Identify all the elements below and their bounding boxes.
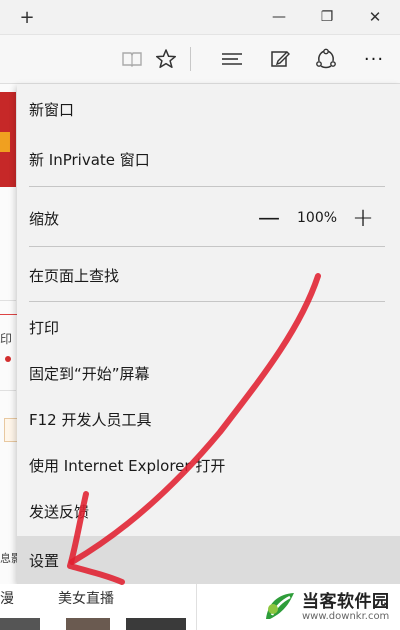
reading-view-button[interactable]: [116, 43, 148, 75]
menu-item-new-inprivate[interactable]: 新 InPrivate 窗口: [17, 134, 400, 184]
favorite-star-icon: [155, 49, 177, 69]
minimize-button[interactable]: —: [256, 0, 302, 34]
menu-item-label: 在页面上查找: [29, 266, 120, 285]
menu-item-open-with-ie[interactable]: 使用 Internet Explorer 打开: [17, 442, 400, 488]
hub-icon: [222, 53, 242, 65]
restore-button[interactable]: ❐: [304, 0, 350, 34]
menu-item-send-feedback[interactable]: 发送反馈: [17, 488, 400, 534]
minus-icon: —: [258, 205, 280, 231]
page-divider: [0, 390, 16, 391]
menu-item-label: 固定到“开始”屏幕: [29, 364, 150, 383]
close-button[interactable]: ✕: [352, 0, 398, 34]
watermark-url: www.downkr.com: [302, 610, 390, 622]
toolbar-separator: [190, 47, 191, 71]
restore-icon: ❐: [320, 9, 334, 25]
menu-item-zoom: 缩放 — 100% +: [17, 194, 400, 242]
zoom-label: 缩放: [29, 209, 60, 228]
reading-view-icon: [122, 52, 142, 67]
page-tab-link[interactable]: 美女直播: [58, 588, 114, 608]
title-bar: + — ❐ ✕: [0, 0, 400, 35]
more-icon: ···: [363, 48, 385, 70]
menu-divider: [29, 301, 385, 302]
watermark-logo: 当客软件园 www.downkr.com: [262, 584, 400, 630]
menu-item-label: 打印: [29, 318, 60, 337]
share-icon: [316, 48, 336, 69]
page-thumbnail[interactable]: [0, 618, 40, 630]
settings-menu: 新窗口 新 InPrivate 窗口 缩放 — 100% + 在页面上查找 打印…: [17, 84, 400, 584]
menu-item-label: 新 InPrivate 窗口: [29, 150, 150, 169]
web-note-button[interactable]: [264, 43, 296, 75]
menu-item-find-on-page[interactable]: 在页面上查找: [17, 252, 400, 298]
close-icon: ✕: [368, 8, 382, 26]
favorite-button[interactable]: [150, 43, 182, 75]
share-button[interactable]: [310, 43, 342, 75]
menu-item-print[interactable]: 打印: [17, 304, 400, 350]
menu-divider: [29, 246, 385, 247]
menu-item-label: 新窗口: [29, 100, 75, 119]
plus-icon: +: [352, 203, 374, 233]
zoom-out-button[interactable]: —: [257, 203, 281, 233]
menu-item-new-window[interactable]: 新窗口: [17, 84, 400, 134]
page-thumbnail[interactable]: [126, 618, 186, 630]
menu-item-label: 发送反馈: [29, 502, 90, 521]
page-thumbnail[interactable]: [66, 618, 110, 630]
web-note-icon: [271, 51, 290, 67]
page-red-dot: [5, 356, 11, 362]
page-divider: [0, 300, 16, 301]
zoom-level: 100%: [297, 210, 338, 226]
minimize-icon: —: [272, 9, 286, 25]
menu-item-label: 使用 Internet Explorer 打开: [29, 456, 226, 475]
browser-toolbar: ···: [0, 35, 400, 84]
zoom-in-button[interactable]: +: [349, 203, 377, 233]
hub-button[interactable]: [216, 43, 248, 75]
menu-item-dev-tools[interactable]: F12 开发人员工具: [17, 396, 400, 442]
more-button[interactable]: ···: [358, 43, 390, 75]
page-fragment-text: 印: [0, 332, 13, 346]
menu-item-settings[interactable]: 设置: [17, 536, 400, 584]
page-fragment-text: 漫: [0, 591, 14, 607]
new-tab-button[interactable]: +: [4, 0, 50, 34]
downkr-logo-icon: [266, 593, 294, 619]
page-banner-image: [0, 92, 16, 187]
menu-item-label: 设置: [29, 551, 60, 570]
page-card: [4, 418, 18, 442]
menu-divider: [29, 186, 385, 187]
menu-item-pin-to-start[interactable]: 固定到“开始”屏幕: [17, 350, 400, 396]
plus-icon: +: [19, 6, 35, 28]
watermark-name: 当客软件园: [302, 591, 390, 612]
page-divider: [196, 584, 197, 630]
menu-item-label: F12 开发人员工具: [29, 410, 152, 429]
